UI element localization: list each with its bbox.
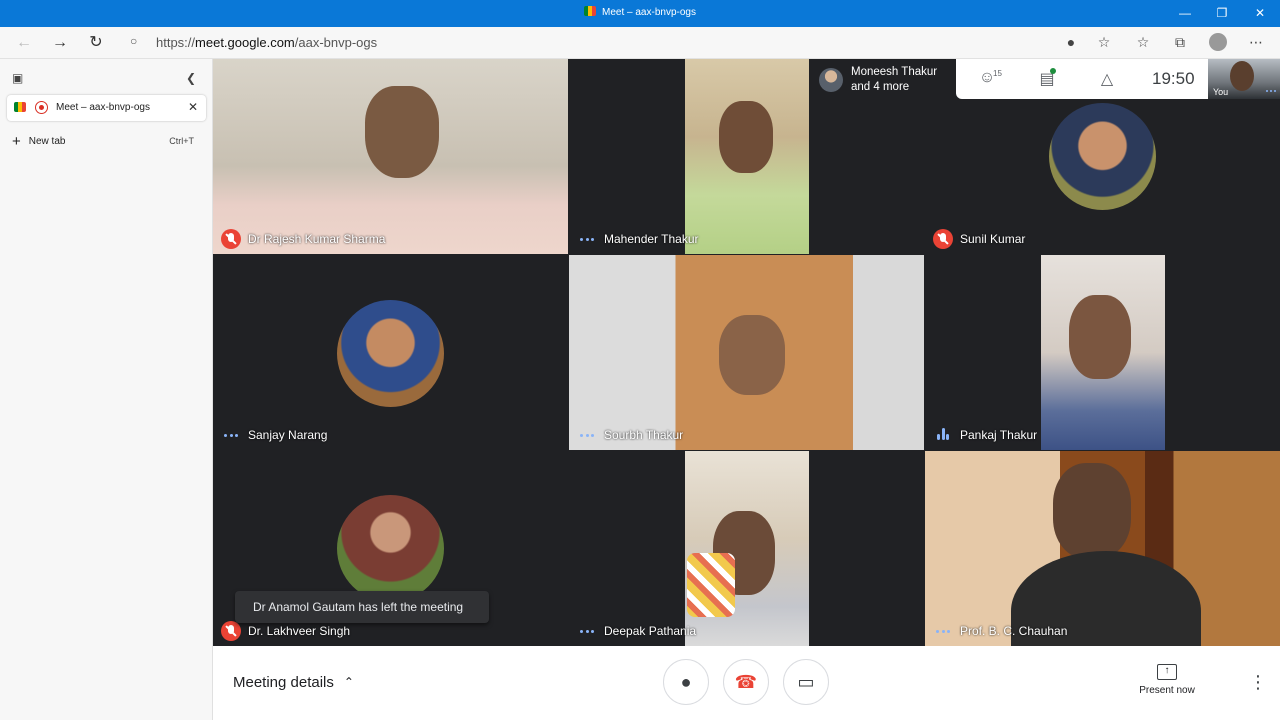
favorites-icon[interactable]: ☆ <box>1133 34 1153 51</box>
present-now-label: Present now <box>1139 685 1195 696</box>
participant-avatar <box>1049 103 1156 210</box>
chat-icon[interactable]: ▤ <box>1034 69 1060 89</box>
url-path: /aax-bnvp-ogs <box>294 35 378 50</box>
more-options-icon <box>221 425 241 445</box>
presenter-avatar <box>819 68 843 92</box>
participant-tile[interactable]: Pankaj Thakur <box>925 255 1280 450</box>
meeting-details-label: Meeting details <box>233 674 334 691</box>
more-options-icon <box>577 229 597 249</box>
new-tab-button[interactable]: + New tab Ctrl+T <box>12 133 202 150</box>
restore-button[interactable]: ❐ <box>1203 0 1241 27</box>
self-view-tile[interactable]: You <box>1208 59 1280 99</box>
meet-logo-icon <box>584 6 597 16</box>
participant-name: Mahender Thakur <box>604 232 699 246</box>
tab-actions-icon[interactable]: ▣ <box>12 71 23 85</box>
presenter-more: and 4 more <box>851 81 910 93</box>
participant-name: Sourbh Thakur <box>604 428 684 442</box>
close-tab-icon[interactable]: ✕ <box>188 100 198 114</box>
participant-name: Dr. Lakhveer Singh <box>248 624 351 638</box>
present-screen-icon: ↑ <box>1157 664 1177 680</box>
more-options-button[interactable]: ⋮ <box>1249 672 1267 693</box>
participant-tile[interactable]: Dr Rajesh Kumar Sharma <box>213 59 568 254</box>
participant-name: Dr Rajesh Kumar Sharma <box>248 232 386 246</box>
back-button[interactable]: ← <box>12 32 36 54</box>
leave-call-button[interactable]: ☎ <box>723 659 769 705</box>
more-options-icon <box>933 621 953 641</box>
url-text[interactable]: https://meet.google.com/aax-bnvp-ogs <box>156 35 377 50</box>
participant-face <box>719 315 785 395</box>
profile-avatar[interactable] <box>1209 33 1227 51</box>
participant-name: Sunil Kumar <box>960 232 1026 246</box>
activities-icon[interactable]: △ <box>1094 69 1120 89</box>
participant-face <box>1053 463 1131 559</box>
mic-toggle-button[interactable]: ● <box>663 659 709 705</box>
presenter-label: Moneesh Thakur and 4 more <box>851 65 937 95</box>
participant-name: Pankaj Thakur <box>960 428 1038 442</box>
participant-name: Prof. B. C. Chauhan <box>960 624 1068 638</box>
meet-favicon-icon <box>14 102 26 112</box>
people-count: 15 <box>993 69 1002 78</box>
muted-mic-icon <box>933 229 953 249</box>
present-now-button[interactable]: ↑ Present now <box>1125 664 1209 696</box>
participant-tile[interactable]: Sunil Kumar <box>925 99 1280 254</box>
refresh-button[interactable]: ↻ <box>84 32 108 54</box>
meeting-controls-bar: Meeting details ⌃ ● ☎ ▭ ↑ Present now ⋮ <box>213 646 1280 720</box>
tab-title: Meet – aax-bnvp-ogs <box>56 102 150 113</box>
lock-icon[interactable]: ○ <box>130 34 137 48</box>
camera-toggle-button[interactable]: ▭ <box>783 659 829 705</box>
pinned-presenter-chip[interactable]: Moneesh Thakur and 4 more <box>811 59 955 99</box>
muted-mic-icon <box>221 621 241 641</box>
self-label: You <box>1213 87 1229 97</box>
participant-face <box>365 86 439 178</box>
participant-tile[interactable]: Sanjay Narang <box>213 255 568 450</box>
window-title: Meet – aax-bnvp-ogs <box>0 6 1280 18</box>
collections-icon[interactable]: ⧉ <box>1170 34 1190 51</box>
presenter-name: Moneesh Thakur <box>851 66 938 78</box>
forward-button[interactable]: → <box>48 32 72 54</box>
muted-mic-icon <box>221 229 241 249</box>
participant-face <box>1069 295 1131 379</box>
participant-name: Deepak Pathania <box>604 624 697 638</box>
participant-left-toast: Dr Anamol Gautam has left the meeting <box>235 591 489 623</box>
meet-video-grid: Dr Rajesh Kumar Sharma Mahender Thakur S… <box>213 59 1280 720</box>
mic-permission-icon[interactable]: ● <box>1061 34 1081 50</box>
new-tab-shortcut: Ctrl+T <box>169 136 194 146</box>
chevron-up-icon: ⌃ <box>343 675 354 689</box>
mug <box>687 553 735 617</box>
collapse-sidebar-icon[interactable]: ❮ <box>186 71 196 85</box>
hang-up-icon: ☎ <box>734 672 758 692</box>
new-tab-label: New tab <box>28 136 66 147</box>
participant-avatar <box>337 495 444 602</box>
url-host: meet.google.com <box>195 35 295 50</box>
plus-icon: + <box>12 133 21 150</box>
microphone-icon: ● <box>680 672 692 692</box>
vertical-tabs-sidebar: ▣ ❮ Meet – aax-bnvp-ogs ✕ + New tab Ctrl+… <box>0 59 213 720</box>
speaking-indicator-icon <box>933 425 953 445</box>
more-options-icon <box>577 425 597 445</box>
participant-tile[interactable]: Deepak Pathania <box>569 451 924 646</box>
participant-face <box>719 101 773 173</box>
add-favorite-icon[interactable]: ☆ <box>1094 34 1114 51</box>
participant-name: Sanjay Narang <box>248 428 328 442</box>
recording-icon <box>35 101 48 114</box>
window-titlebar: Meet – aax-bnvp-ogs — ❐ ✕ <box>0 0 1280 27</box>
chat-unread-badge <box>1050 68 1056 74</box>
toast-text: Dr Anamol Gautam has left the meeting <box>253 600 464 614</box>
meeting-clock: 19:50 <box>1152 69 1195 88</box>
address-bar[interactable]: ○ https://meet.google.com/aax-bnvp-ogs <box>122 30 1122 56</box>
minimize-button[interactable]: — <box>1166 0 1204 27</box>
self-face <box>1230 61 1254 91</box>
participant-tile[interactable]: Sourbh Thakur <box>569 255 924 450</box>
participant-tile[interactable]: Prof. B. C. Chauhan <box>925 451 1280 646</box>
settings-more-icon[interactable]: ⋯ <box>1246 34 1266 51</box>
participant-avatar <box>337 300 444 407</box>
tab-meet[interactable]: Meet – aax-bnvp-ogs ✕ <box>7 95 206 121</box>
url-scheme: https:// <box>156 35 196 50</box>
meeting-details-button[interactable]: Meeting details ⌃ <box>233 674 354 691</box>
camera-icon: ▭ <box>797 672 815 692</box>
meeting-info-panel: ☺ 15 ▤ △ 19:50 <box>956 59 1208 99</box>
more-options-icon <box>577 621 597 641</box>
browser-toolbar: ← → ↻ ○ https://meet.google.com/aax-bnvp… <box>0 27 1280 59</box>
close-window-button[interactable]: ✕ <box>1241 0 1279 27</box>
